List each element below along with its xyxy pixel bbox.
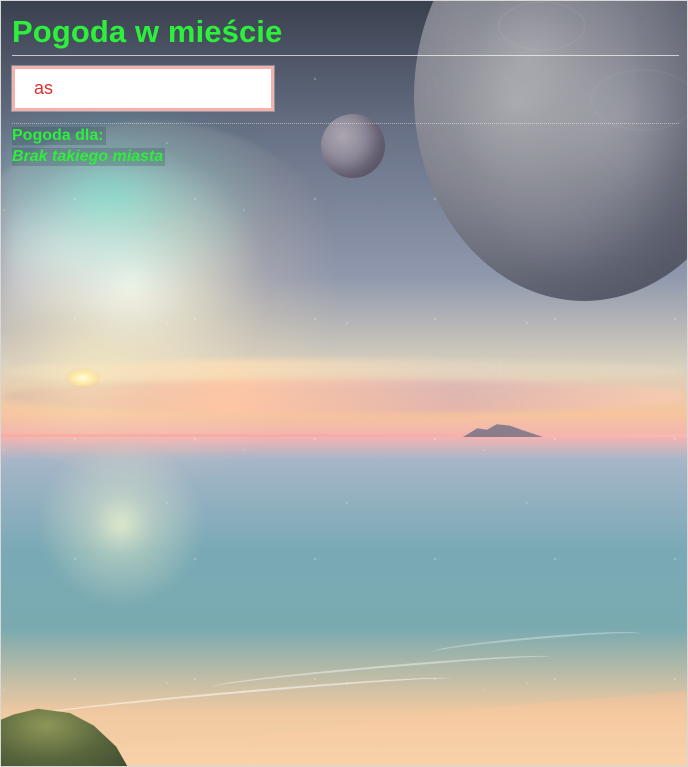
horizon-line [1,434,687,437]
weather-result-message: Brak takiego miasta [12,148,166,166]
page-header: Pogoda w mieście [12,13,679,56]
sun-image [66,368,100,388]
wave-line [430,627,642,659]
weather-app: Pogoda w mieście Pogoda dla: Brak takieg… [0,0,688,767]
result-divider [12,123,679,124]
search-input[interactable] [15,69,271,108]
island-image [463,424,543,437]
search-box[interactable] [12,66,274,111]
sea-reflection [36,439,206,609]
cloud-band-bottom [1,379,687,414]
weather-result-label: Pogoda dla: [12,127,106,145]
rock-image [1,708,133,766]
page-title: Pogoda w mieście [12,14,283,49]
